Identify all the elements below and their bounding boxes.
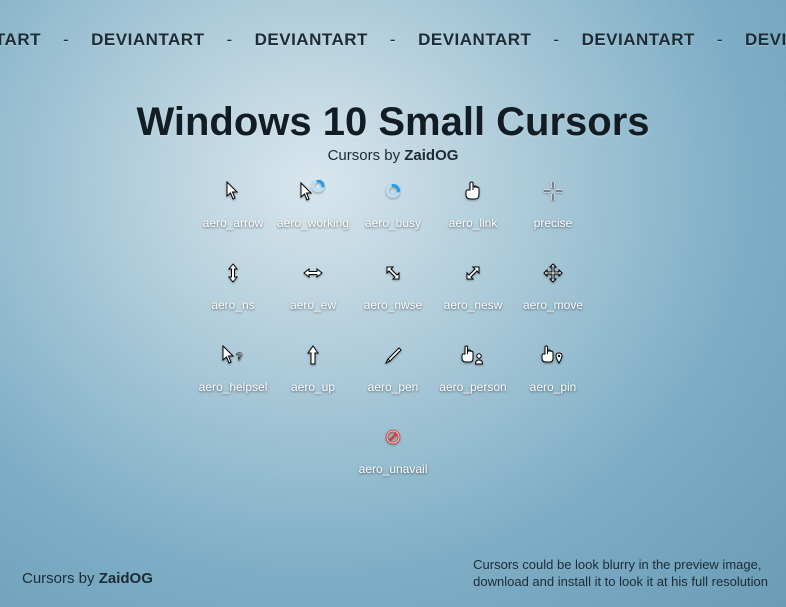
cursor-grid: aero_arrow aero_working aero_busy aero_l… — [193, 178, 593, 476]
resize-nwse-icon — [385, 260, 401, 286]
resize-nesw-icon — [465, 260, 481, 286]
cursor-cell-aero-move: aero_move — [513, 260, 593, 312]
cursor-label: aero_pin — [530, 380, 577, 394]
cursor-cell-aero-ew: aero_ew — [273, 260, 353, 312]
watermark-sep: - — [553, 30, 559, 50]
help-select-icon: ? — [222, 342, 244, 368]
link-hand-cursor-icon — [464, 178, 482, 204]
svg-text:?: ? — [236, 351, 243, 363]
watermark-sep: - — [226, 30, 232, 50]
cursor-cell-precise: precise — [513, 178, 593, 230]
cursor-label: aero_helpsel — [199, 380, 268, 394]
cursor-label: aero_busy — [365, 216, 421, 230]
cursor-row-4: aero_unavail — [353, 424, 433, 476]
unavailable-cursor-icon — [385, 424, 401, 450]
person-cursor-icon — [461, 342, 485, 368]
busy-cursor-icon — [385, 178, 401, 204]
watermark-sep: - — [63, 30, 69, 50]
pin-cursor-icon — [541, 342, 565, 368]
cursor-label: aero_working — [277, 216, 349, 230]
move-cursor-icon — [543, 260, 563, 286]
cursor-cell-aero-person: aero_person — [433, 342, 513, 394]
cursor-label: aero_person — [439, 380, 506, 394]
cursor-label: aero_nwse — [364, 298, 423, 312]
resize-ew-icon — [303, 260, 323, 286]
cursor-label: aero_pen — [368, 380, 419, 394]
cursor-cell-aero-working: aero_working — [273, 178, 353, 230]
subtitle: Cursors by ZaidOG — [0, 147, 786, 164]
cursor-label: aero_nesw — [444, 298, 503, 312]
watermark-sep: - — [717, 30, 723, 50]
cursor-cell-aero-arrow: aero_arrow — [193, 178, 273, 230]
cursor-cell-aero-busy: aero_busy — [353, 178, 433, 230]
cursor-cell-aero-nwse: aero_nwse — [353, 260, 433, 312]
cursor-cell-aero-helpsel: ? aero_helpsel — [193, 342, 273, 394]
working-cursor-icon — [300, 178, 326, 204]
pen-cursor-icon — [384, 342, 402, 368]
footer-credit: Cursors by ZaidOG — [22, 570, 153, 587]
cursor-label: precise — [534, 216, 573, 230]
watermark-word: DEVIANTART — [582, 30, 695, 50]
watermark-word: DEVIANTART — [745, 30, 786, 50]
cursor-label: aero_up — [291, 380, 335, 394]
footer-note-line1: Cursors could be look blurry in the prev… — [473, 556, 768, 574]
resize-ns-icon — [227, 260, 239, 286]
author-name: ZaidOG — [404, 147, 458, 164]
cursor-cell-aero-unavail: aero_unavail — [353, 424, 433, 476]
arrow-cursor-icon — [226, 178, 240, 204]
cursor-label: aero_arrow — [203, 216, 264, 230]
watermark-strip: DEVIANTART - DEVIANTART - DEVIANTART - D… — [0, 30, 786, 50]
cursor-cell-aero-nesw: aero_nesw — [433, 260, 513, 312]
watermark-word: DEVIANTART — [418, 30, 531, 50]
footer-prefix: Cursors by — [22, 570, 99, 587]
cursor-label: aero_ew — [290, 298, 336, 312]
up-arrow-icon — [307, 342, 319, 368]
title-block: Windows 10 Small Cursors Cursors by Zaid… — [0, 100, 786, 164]
cursor-cell-aero-up: aero_up — [273, 342, 353, 394]
page-title: Windows 10 Small Cursors — [0, 100, 786, 145]
cursor-label: aero_move — [523, 298, 583, 312]
cursor-label: aero_unavail — [359, 462, 428, 476]
watermark-word: DEVIANTART — [255, 30, 368, 50]
precise-crosshair-icon — [543, 178, 563, 204]
cursor-cell-aero-ns: aero_ns — [193, 260, 273, 312]
subtitle-prefix: Cursors by — [328, 147, 405, 164]
footer-author: ZaidOG — [99, 570, 153, 587]
watermark-word: DEVIANTART — [0, 30, 41, 50]
watermark-word: DEVIANTART — [91, 30, 204, 50]
footer-note: Cursors could be look blurry in the prev… — [473, 556, 768, 591]
cursor-label: aero_ns — [211, 298, 254, 312]
footer-note-line2: download and install it to look it at hi… — [473, 573, 768, 591]
watermark-sep: - — [390, 30, 396, 50]
cursor-cell-aero-pin: aero_pin — [513, 342, 593, 394]
cursor-cell-aero-pen: aero_pen — [353, 342, 433, 394]
cursor-cell-aero-link: aero_link — [433, 178, 513, 230]
cursor-label: aero_link — [449, 216, 498, 230]
